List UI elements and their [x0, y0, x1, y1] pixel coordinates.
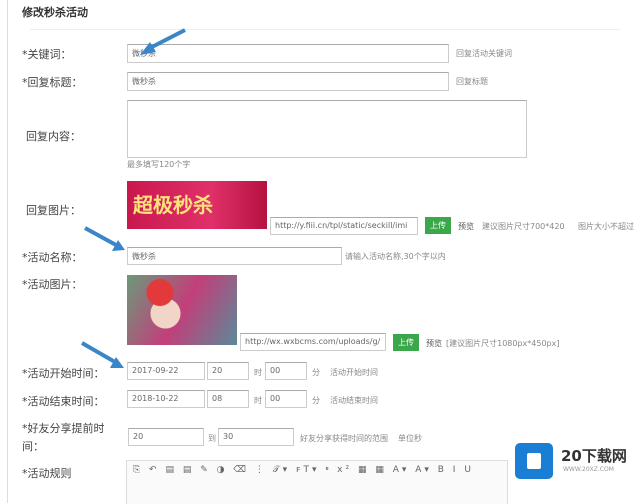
logo-name: 20下载网 [561, 447, 627, 465]
annotation-arrows [81, 28, 186, 368]
logo-box-icon [515, 443, 553, 479]
arrow-icon [84, 226, 117, 247]
logo-url: WWW.20XZ.COM [563, 466, 614, 473]
watermark-logo: 20下载网 WWW.20XZ.COM [515, 443, 637, 483]
arrow-icon [81, 341, 116, 364]
arrow-icon [149, 28, 186, 50]
